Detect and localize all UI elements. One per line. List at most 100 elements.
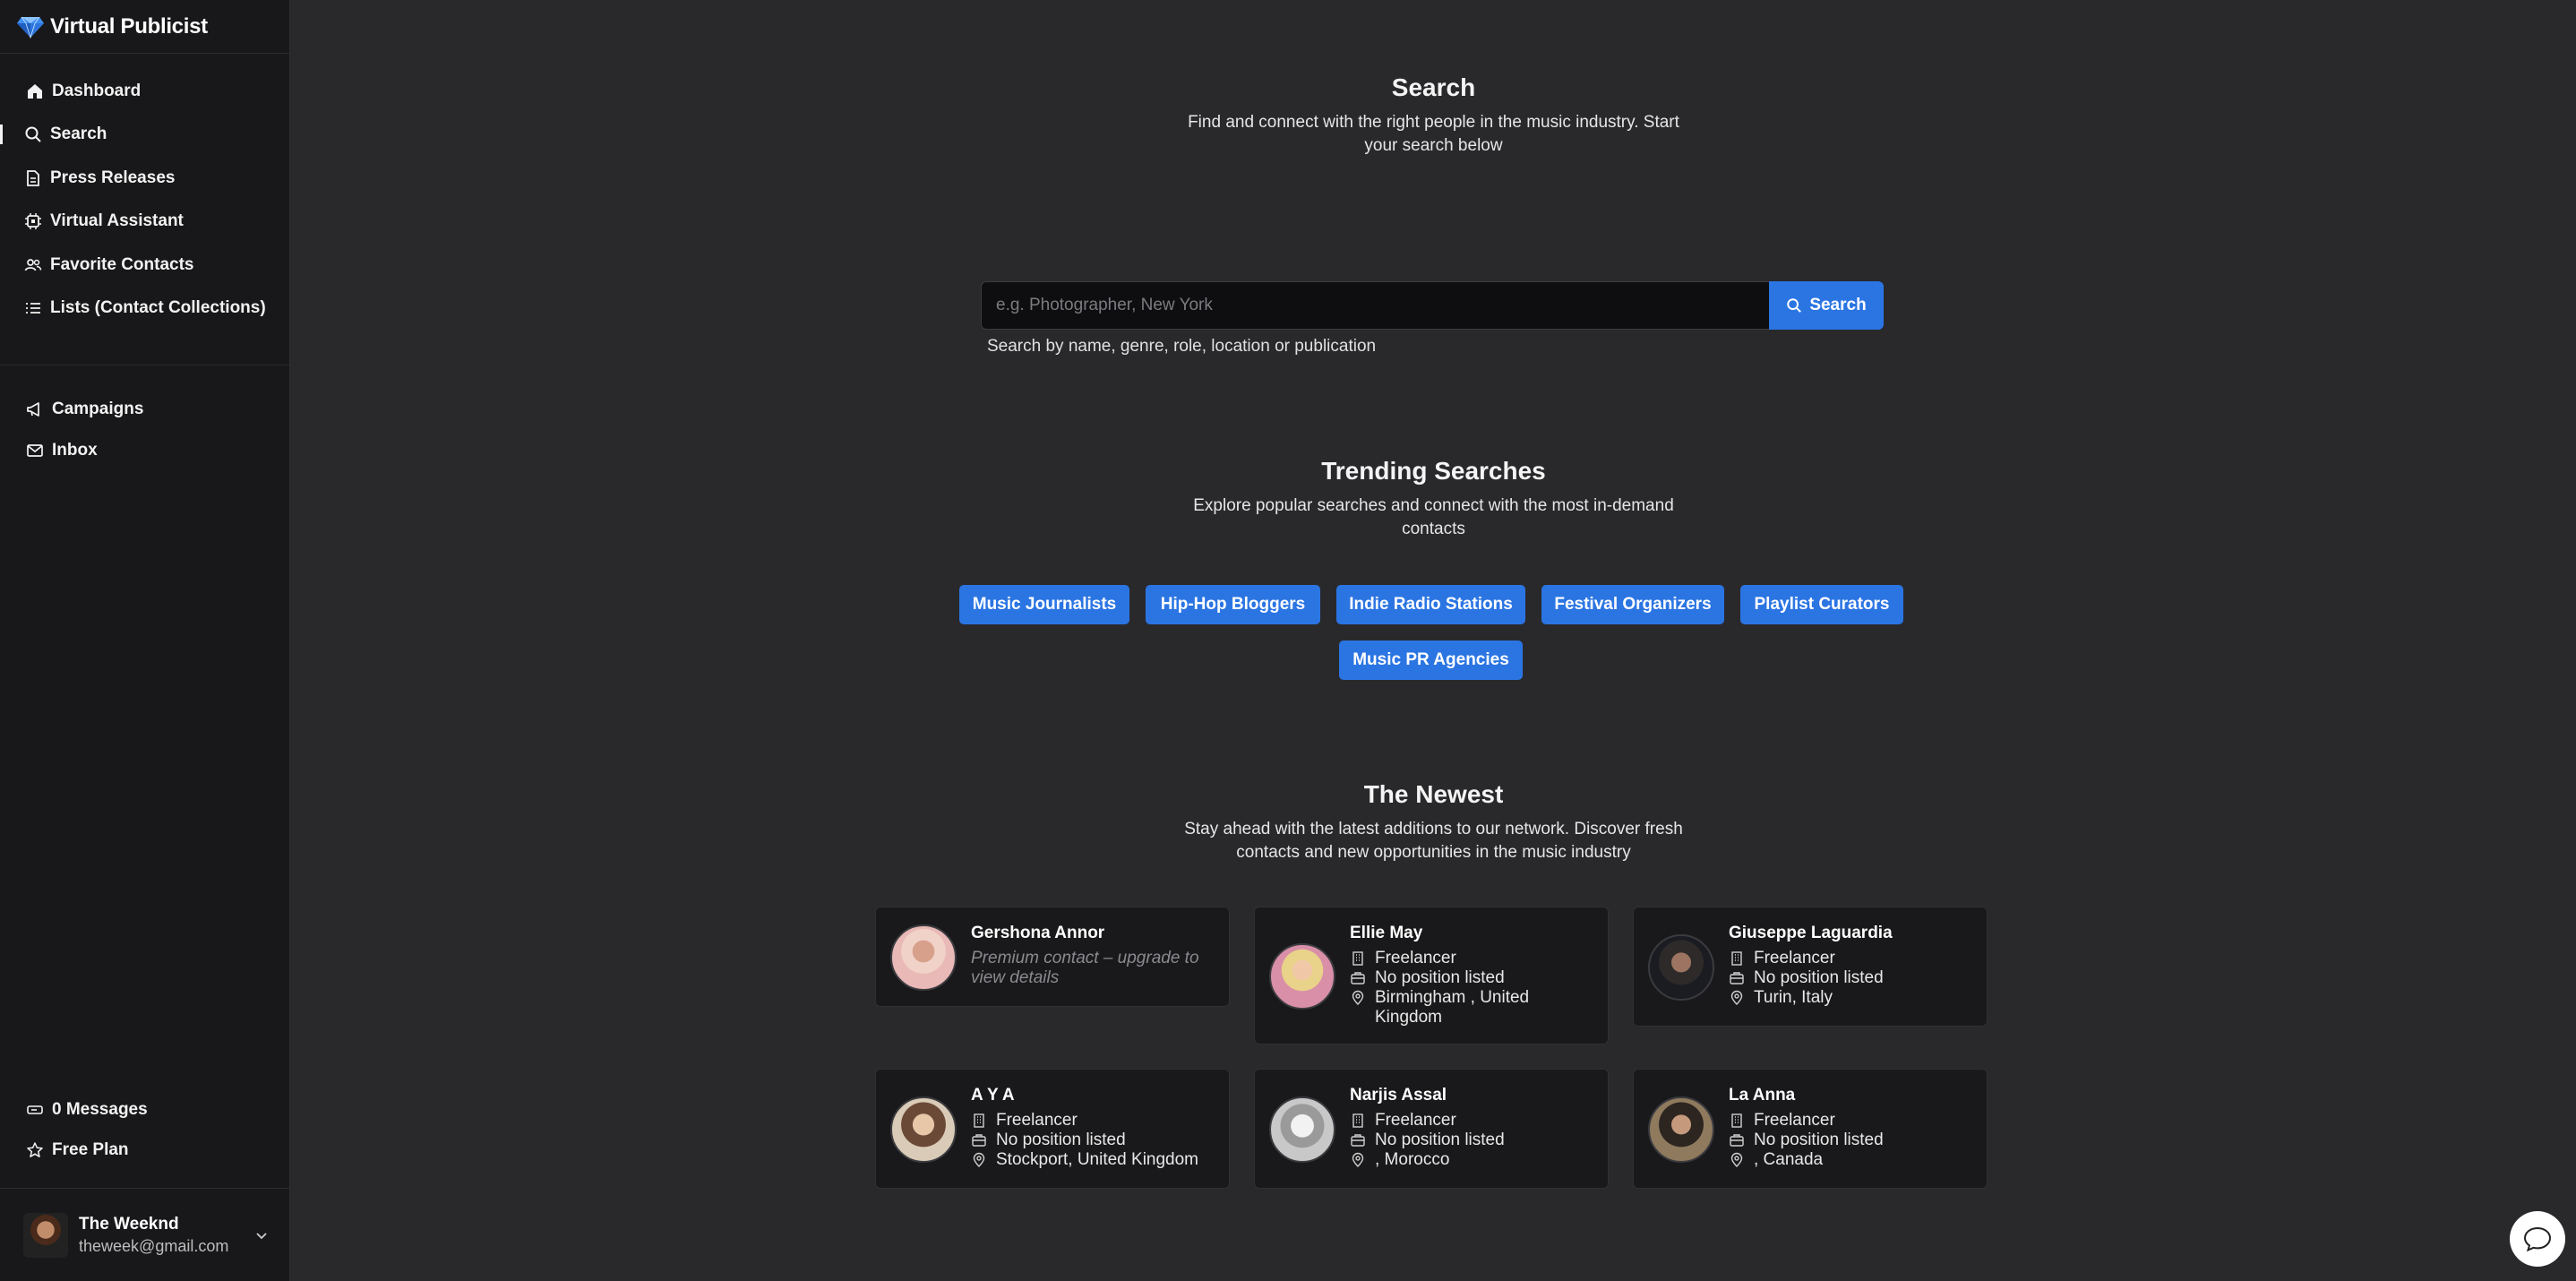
contact-position: No position listed: [971, 1131, 1218, 1150]
contact-card[interactable]: Gershona Annor Premium contact – upgrade…: [875, 907, 1230, 1007]
map-pin-icon: [1350, 1152, 1366, 1168]
sidebar-item-label: Dashboard: [52, 82, 142, 100]
sidebar-item-label: Campaigns: [52, 400, 144, 418]
contact-name: Narjis Assal: [1350, 1086, 1447, 1105]
search-icon: [1787, 298, 1802, 313]
map-pin-icon: [1729, 990, 1745, 1006]
contact-photo: [1269, 1096, 1335, 1163]
trending-chip-music-pr-agencies[interactable]: Music PR Agencies: [1339, 640, 1523, 680]
star-icon: [25, 1140, 45, 1160]
contact-location: , Canada: [1729, 1150, 1976, 1170]
contact-position: No position listed: [1729, 968, 1976, 988]
contact-type: Freelancer: [1350, 949, 1597, 968]
contact-position: No position listed: [1350, 968, 1597, 988]
contact-location: Birmingham , United Kingdom: [1350, 988, 1597, 1027]
contact-name: A Y A: [971, 1086, 1015, 1105]
contact-type: Freelancer: [971, 1111, 1218, 1131]
contact-name: La Anna: [1729, 1086, 1796, 1105]
search-bar: Search: [981, 281, 1884, 330]
contact-name: Giuseppe Laguardia: [1729, 924, 1893, 942]
contact-card[interactable]: Narjis Assal Freelancer No position list…: [1254, 1069, 1609, 1189]
users-icon: [23, 255, 43, 275]
sidebar-item-label: Favorite Contacts: [50, 255, 194, 274]
sidebar-item-dashboard[interactable]: Dashboard: [25, 76, 141, 107]
user-menu[interactable]: The Weeknd theweek@gmail.com: [0, 1188, 290, 1281]
megaphone-icon: [25, 400, 45, 419]
search-header: Search Find and connect with the right p…: [291, 73, 2576, 158]
trending-subtitle: Explore popular searches and connect wit…: [1193, 496, 1674, 538]
main-content: Search Find and connect with the right p…: [291, 0, 2576, 1281]
search-button-label: Search: [1809, 296, 1867, 314]
contact-card[interactable]: A Y A Freelancer No position listed Stoc…: [875, 1069, 1230, 1189]
contact-type: Freelancer: [1729, 949, 1976, 968]
chat-button[interactable]: [2510, 1211, 2565, 1267]
sidebar-item-messages[interactable]: 0 Messages: [25, 1095, 148, 1125]
list-icon: [23, 298, 43, 318]
contact-type: Freelancer: [1729, 1111, 1976, 1131]
sidebar-item-label: Virtual Assistant: [50, 211, 184, 230]
chip-icon: [23, 211, 43, 231]
map-pin-icon: [971, 1152, 987, 1168]
contact-photo: [890, 924, 957, 991]
sidebar-item-virtual-assistant[interactable]: Virtual Assistant: [23, 206, 184, 236]
building-icon: [1350, 950, 1366, 967]
sidebar-item-label: Search: [50, 125, 107, 143]
page-subtitle: Find and connect with the right people i…: [1188, 113, 1679, 155]
briefcase-icon: [1729, 970, 1745, 986]
brand[interactable]: Virtual Publicist: [0, 0, 289, 54]
search-button[interactable]: Search: [1769, 281, 1884, 330]
search-help-text: Search by name, genre, role, location or…: [987, 337, 1377, 356]
contact-type: Freelancer: [1350, 1111, 1597, 1131]
contact-location: , Morocco: [1350, 1150, 1597, 1170]
contact-position: No position listed: [1350, 1131, 1597, 1150]
sidebar-item-label: 0 Messages: [52, 1100, 148, 1119]
contact-name: Ellie May: [1350, 924, 1423, 942]
trending-chip-indie-radio-stations[interactable]: Indie Radio Stations: [1336, 585, 1525, 624]
contact-photo: [1648, 934, 1714, 1001]
search-input[interactable]: [981, 281, 1769, 330]
contact-photo: [890, 1096, 957, 1163]
briefcase-icon: [971, 1132, 987, 1148]
brand-name: Virtual Publicist: [50, 13, 208, 39]
map-pin-icon: [1729, 1152, 1745, 1168]
contact-card[interactable]: Giuseppe Laguardia Freelancer No positio…: [1633, 907, 1988, 1027]
building-icon: [971, 1113, 987, 1129]
premium-notice: Premium contact – upgrade to view detail…: [971, 949, 1199, 987]
building-icon: [1729, 1113, 1745, 1129]
diamond-logo-icon: [17, 16, 44, 39]
contact-card[interactable]: Ellie May Freelancer No position listed …: [1254, 907, 1609, 1045]
search-icon: [23, 125, 43, 144]
sidebar-item-press-releases[interactable]: Press Releases: [23, 163, 175, 193]
contact-name: Gershona Annor: [971, 924, 1105, 942]
avatar: [23, 1212, 68, 1258]
chevron-down-icon[interactable]: [254, 1228, 269, 1242]
sidebar-item-inbox[interactable]: Inbox: [25, 435, 98, 466]
trending-chip-festival-organizers[interactable]: Festival Organizers: [1541, 585, 1724, 624]
contact-photo: [1269, 943, 1335, 1010]
building-icon: [1729, 950, 1745, 967]
trending-chip-playlist-curators[interactable]: Playlist Curators: [1740, 585, 1903, 624]
home-icon: [25, 82, 45, 101]
trending-chip-music-journalists[interactable]: Music Journalists: [959, 585, 1129, 624]
briefcase-icon: [1350, 970, 1366, 986]
chat-bubble-icon: [2523, 1226, 2552, 1252]
sidebar-item-label: Inbox: [52, 441, 98, 460]
sidebar-item-favorite-contacts[interactable]: Favorite Contacts: [23, 250, 193, 280]
trending-chip-hip-hop-bloggers[interactable]: Hip-Hop Bloggers: [1146, 585, 1320, 624]
contact-location: Turin, Italy: [1729, 988, 1976, 1008]
sidebar-item-search[interactable]: Search: [0, 119, 107, 150]
sidebar-item-campaigns[interactable]: Campaigns: [25, 394, 143, 425]
briefcase-icon: [1350, 1132, 1366, 1148]
sidebar-item-plan[interactable]: Free Plan: [25, 1135, 129, 1165]
sidebar: Virtual Publicist Dashboard Search Press…: [0, 0, 290, 1281]
contact-location: Stockport, United Kingdom: [971, 1150, 1218, 1170]
newest-header: The Newest Stay ahead with the latest ad…: [291, 780, 2576, 864]
contact-card[interactable]: La Anna Freelancer No position listed , …: [1633, 1069, 1988, 1189]
contact-position: No position listed: [1729, 1131, 1976, 1150]
mail-icon: [25, 441, 45, 460]
page-title: Search: [1391, 73, 1476, 101]
user-email: theweek@gmail.com: [79, 1236, 229, 1255]
sidebar-item-lists[interactable]: Lists (Contact Collections): [23, 293, 266, 323]
briefcase-icon: [1729, 1132, 1745, 1148]
trending-title: Trending Searches: [1321, 457, 1546, 485]
